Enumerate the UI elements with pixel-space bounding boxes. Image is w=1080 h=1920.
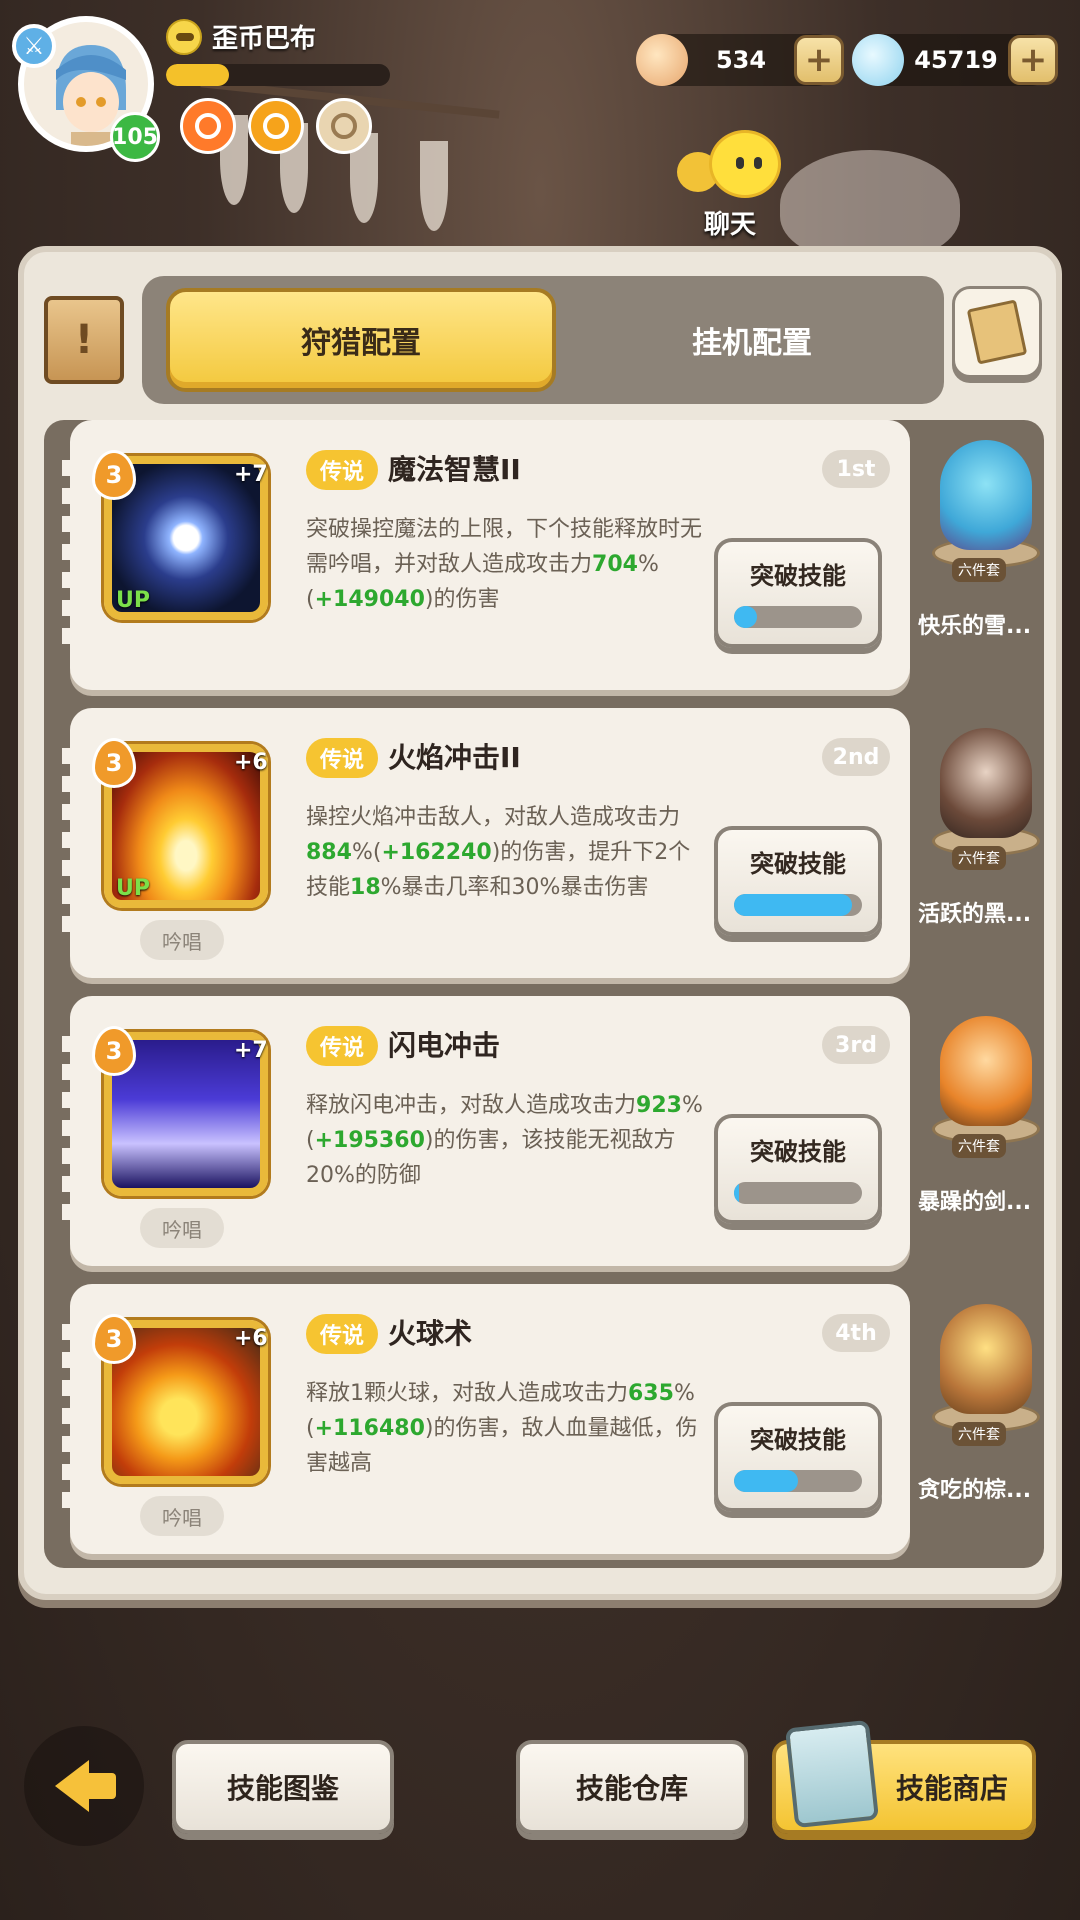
set-tag: 六件套: [952, 1134, 1006, 1158]
set-name: 暴躁的剑...: [918, 1190, 1032, 1215]
break-progress-bar: [734, 606, 862, 628]
break-skill-button[interactable]: 突破技能: [714, 538, 882, 648]
skill-rank: 1st: [822, 450, 890, 488]
skill-rank: 4th: [822, 1314, 890, 1352]
map-button[interactable]: [952, 286, 1042, 378]
skill-plus-level: +7: [234, 1038, 268, 1063]
skill-plus-level: +6: [234, 750, 268, 775]
gem-currency: 45719 +: [852, 34, 1058, 86]
skill-rank: 2nd: [822, 738, 890, 776]
chat-bubble-icon: [675, 130, 785, 206]
background-skull: [780, 150, 960, 260]
skill-name: 火焰冲击II: [388, 741, 521, 774]
set-bonus-item[interactable]: 六件套 贪吃的棕...: [914, 1284, 1054, 1554]
set-bonus-item[interactable]: 六件套 暴躁的剑...: [914, 996, 1054, 1266]
skill-storage-button[interactable]: 技能仓库: [516, 1740, 748, 1834]
skill-up-indicator: UP: [116, 588, 150, 613]
player-name: 歪币巴布: [212, 24, 317, 54]
buff-icons: [180, 98, 372, 154]
back-button[interactable]: [24, 1726, 144, 1846]
shop-book-icon: [785, 1719, 879, 1829]
skill-shop-button[interactable]: 技能商店: [772, 1719, 1036, 1834]
shell-currency: 534 +: [636, 34, 844, 86]
sword-tiger-figure-icon: [940, 1016, 1032, 1126]
add-gem-button[interactable]: +: [1008, 35, 1058, 85]
skill-shop-label: 技能商店: [895, 1772, 1008, 1805]
config-tab-bar: 狩猎配置 挂机配置: [142, 276, 944, 404]
chat-label: 聊天: [703, 210, 756, 240]
break-skill-button[interactable]: 突破技能: [714, 826, 882, 936]
notice-scroll-icon[interactable]: !: [44, 296, 124, 384]
skill-card[interactable]: 3 +7 UP 传说 魔法智慧II 1st 突破操控魔法的上限，下个技能释放时无…: [62, 420, 910, 690]
set-name: 活跃的黑...: [918, 902, 1032, 927]
tab-idle-config[interactable]: 挂机配置: [572, 288, 932, 392]
skill-plus-level: +6: [234, 1326, 268, 1351]
rarity-badge: 传说: [306, 738, 379, 778]
locked-buff-icon[interactable]: [316, 98, 372, 154]
shell-icon: [636, 34, 688, 86]
rarity-badge: 传说: [306, 1314, 379, 1354]
skill-name: 魔法智慧II: [388, 453, 521, 486]
skill-name: 火球术: [388, 1317, 473, 1350]
break-progress-bar: [734, 1470, 862, 1492]
set-name: 贪吃的棕...: [918, 1478, 1032, 1503]
add-shell-button[interactable]: +: [794, 35, 844, 85]
gem-amount: 45719: [914, 46, 998, 74]
skill-list: 3 +7 UP 传说 魔法智慧II 1st 突破操控魔法的上限，下个技能释放时无…: [44, 420, 1044, 1568]
experience-bar: [166, 64, 390, 86]
rarity-badge: 传说: [306, 450, 379, 490]
skill-card[interactable]: 3 +6 UP 吟唱 传说 火焰冲击II 2nd 操控火焰冲击敌人，对敌人造成攻…: [62, 708, 910, 978]
sword-badge-icon: ⚔: [12, 24, 56, 68]
set-tag: 六件套: [952, 558, 1006, 582]
player-title-icon: [166, 18, 202, 55]
gem-shell-icon: [852, 34, 904, 86]
skill-name: 闪电冲击: [388, 1029, 501, 1062]
black-boar-figure-icon: [940, 728, 1032, 838]
player-name-row: 歪币巴布: [166, 18, 316, 55]
chant-tag: 吟唱: [140, 1496, 224, 1536]
fire-buff-icon[interactable]: [180, 98, 236, 154]
skill-description: 释放闪电冲击，对敌人造成攻击力923%(+195360)的伤害，该技能无视敌方2…: [306, 1093, 703, 1188]
chant-tag: 吟唱: [140, 920, 224, 960]
set-bonus-item[interactable]: 六件套 活跃的黑...: [914, 708, 1054, 978]
skill-description: 操控火焰冲击敌人，对敌人造成攻击力884%(+162240)的伤害，提升下2个技…: [306, 805, 691, 900]
skill-description: 释放1颗火球，对敌人造成攻击力635%(+116480)的伤害，敌人血量越低，伤…: [306, 1381, 698, 1476]
tab-hunt-config[interactable]: 狩猎配置: [166, 288, 556, 392]
break-progress-bar: [734, 894, 862, 916]
set-tag: 六件套: [952, 846, 1006, 870]
map-icon: [966, 299, 1028, 365]
player-level: 105: [110, 112, 160, 162]
chat-button[interactable]: 聊天: [675, 130, 785, 241]
set-tag: 六件套: [952, 1422, 1006, 1446]
break-progress-bar: [734, 1182, 862, 1204]
break-skill-button[interactable]: 突破技能: [714, 1114, 882, 1224]
set-name: 快乐的雪...: [918, 614, 1032, 639]
set-bonus-item[interactable]: 六件套 快乐的雪...: [914, 420, 1054, 690]
snow-monster-figure-icon: [940, 440, 1032, 550]
brown-bear-bee-figure-icon: [940, 1304, 1032, 1414]
break-skill-button[interactable]: 突破技能: [714, 1402, 882, 1512]
skill-card[interactable]: 3 +7 吟唱 传说 闪电冲击 3rd 释放闪电冲击，对敌人造成攻击力923%(…: [62, 996, 910, 1266]
rarity-badge: 传说: [306, 1026, 379, 1066]
skill-card[interactable]: 3 +6 吟唱 传说 火球术 4th 释放1颗火球，对敌人造成攻击力635%(+…: [62, 1284, 910, 1554]
skill-up-indicator: UP: [116, 876, 150, 901]
skill-config-panel: ! 狩猎配置 挂机配置 3 +7 UP 传说 魔法智慧II 1st 突破操控魔法…: [18, 246, 1062, 1600]
shell-amount: 534: [715, 46, 767, 74]
skill-codex-button[interactable]: 技能图鉴: [172, 1740, 394, 1834]
player-avatar[interactable]: ⚔ 105: [12, 16, 160, 162]
skill-rank: 3rd: [822, 1026, 890, 1064]
skill-plus-level: +7: [234, 462, 268, 487]
chant-tag: 吟唱: [140, 1208, 224, 1248]
boost-buff-icon[interactable]: [248, 98, 304, 154]
skill-description: 突破操控魔法的上限，下个技能释放时无需吟唱，并对敌人造成攻击力704%(+149…: [306, 517, 703, 612]
